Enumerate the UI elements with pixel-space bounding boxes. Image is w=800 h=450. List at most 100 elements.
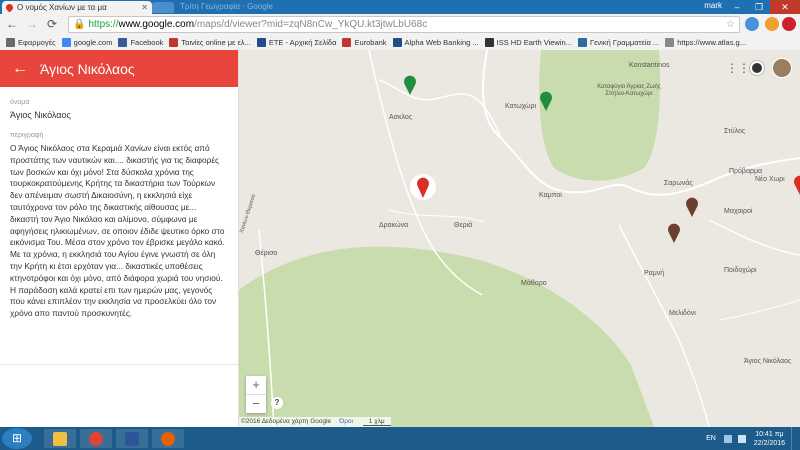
map-canvas[interactable]: Konstantinos Καταφύγιο Άγριας Ζωής Σπήλι… xyxy=(239,50,800,427)
map-label: Ραμνή xyxy=(644,270,665,277)
bookmark-item[interactable]: google.com xyxy=(61,37,113,47)
browser-tab-bar: Ο νομός Χανίων με τα μα ✕ Τρίτη Γεωγραφί… xyxy=(0,0,800,14)
map-label: Νέο Χωρι xyxy=(755,176,785,183)
bookmark-item[interactable]: Εφαρμογές xyxy=(6,37,56,47)
extension-icon[interactable] xyxy=(765,17,779,31)
back-arrow-icon[interactable]: ← xyxy=(0,60,40,78)
bookmark-item[interactable]: Eurobank xyxy=(342,37,387,47)
network-icon[interactable] xyxy=(723,434,732,443)
map-label: Ασκλος xyxy=(389,114,413,121)
clock-time: 10:41 πμ xyxy=(755,430,784,438)
new-tab-button[interactable] xyxy=(152,2,174,13)
road xyxy=(718,299,800,321)
terms-link[interactable]: Όροι xyxy=(339,418,353,425)
map-label: Καμποί xyxy=(539,192,562,199)
file-explorer-taskbar-item[interactable] xyxy=(44,429,76,448)
bookmark-favicon-icon xyxy=(61,37,71,47)
bookmark-favicon-icon xyxy=(169,37,179,47)
bookmark-label: Εφαρμογές xyxy=(18,37,56,47)
forest-area-south xyxy=(239,246,654,427)
zoom-out-button[interactable]: − xyxy=(246,395,266,413)
bookmark-label: Ταινίες online με ελ... xyxy=(181,37,251,47)
url-host: www.google.com xyxy=(118,19,195,30)
chrome-taskbar-item[interactable] xyxy=(80,429,112,448)
reload-icon[interactable]: ⟳ xyxy=(44,16,60,32)
bookmark-label: Alpha Web Banking ... xyxy=(404,37,479,47)
clock-date: 22/2/2016 xyxy=(753,439,785,447)
bookmark-item[interactable]: Alpha Web Banking ... xyxy=(392,37,479,47)
bookmark-star-icon[interactable]: ☆ xyxy=(726,17,735,32)
maximize-icon[interactable]: ❐ xyxy=(748,0,770,14)
red-map-pin[interactable] xyxy=(794,175,800,195)
map-label: Konstantinos xyxy=(629,62,670,69)
apps-grid-icon[interactable]: ⋮⋮⋮ xyxy=(726,62,762,74)
bookmark-favicon-icon xyxy=(256,37,266,47)
extension-icon[interactable] xyxy=(745,17,759,31)
zoom-control: + − xyxy=(246,376,266,413)
profile-label[interactable]: mark xyxy=(704,1,722,10)
pinterest-icon[interactable] xyxy=(782,17,796,31)
firefox-taskbar-item[interactable] xyxy=(152,429,184,448)
bookmarks-bar: Εφαρμογές google.com Facebook Ταινίες onlin… xyxy=(0,34,800,51)
maps-favicon xyxy=(4,2,15,13)
bookmark-item[interactable]: ΕΤΕ - Αρχική Σελίδα xyxy=(256,37,337,47)
word-taskbar-item[interactable] xyxy=(116,429,148,448)
tab-title: Ο νομός Χανίων με τα μα xyxy=(17,3,107,12)
map-label: Θέρισο xyxy=(255,250,278,257)
show-desktop-button[interactable] xyxy=(791,427,800,450)
name-field-value: Άγιος Νικόλαος xyxy=(10,110,71,120)
volume-icon[interactable] xyxy=(737,434,746,443)
browser-tab[interactable]: Ο νομός Χανίων με τα μα ✕ xyxy=(2,1,152,14)
bookmark-favicon-icon xyxy=(6,37,15,47)
map-label: Δρακώνα xyxy=(379,222,409,229)
map-label: Πρόβαρμα xyxy=(729,168,763,175)
description-text: Ο Άγιος Νικόλαος στα Κεραμιά Χανίων είνα… xyxy=(10,143,225,319)
bookmark-favicon-icon xyxy=(484,37,494,47)
clock[interactable]: 10:41 πμ 22/2/2016 xyxy=(754,430,785,448)
map-label: Στύλος xyxy=(724,128,746,135)
minimize-icon[interactable]: – xyxy=(726,0,748,14)
start-button[interactable]: ⊞ xyxy=(2,428,32,449)
avatar[interactable] xyxy=(772,58,792,78)
forward-arrow-icon[interactable]: → xyxy=(24,16,40,32)
notifications-icon[interactable] xyxy=(750,61,764,75)
address-bar[interactable]: 🔒 https://www.google.com/maps/d/viewer?mi… xyxy=(68,16,740,33)
tab-close-icon[interactable]: ✕ xyxy=(141,1,148,14)
bookmark-label: ISS HD Earth Viewin... xyxy=(496,37,572,47)
window-controls: – ❐ ✕ xyxy=(726,0,800,14)
panel-title: Άγιος Νικόλαος xyxy=(40,60,135,77)
bookmark-label: google.com xyxy=(73,37,113,47)
window-close-icon[interactable]: ✕ xyxy=(770,0,800,14)
help-icon[interactable]: ? xyxy=(271,397,283,409)
system-tray: EN 10:41 πμ 22/2/2016 xyxy=(706,427,800,450)
language-indicator[interactable]: EN xyxy=(706,435,716,442)
bookmark-label: https://www.atlas.g... xyxy=(677,37,746,47)
bookmark-label: ΕΤΕ - Αρχική Σελίδα xyxy=(268,37,337,47)
map-label: Μελιδόνι xyxy=(669,310,696,317)
bookmark-item[interactable]: https://www.atlas.g... xyxy=(665,37,746,47)
bookmark-favicon-icon xyxy=(665,37,675,47)
map-label: Μάθαρο xyxy=(521,280,547,287)
map-label: Μαχαιροί xyxy=(724,208,753,215)
map-attribution: ©2016 Δεδομένα χάρτη Google Όροι 1 χλμ xyxy=(239,417,391,427)
bookmark-item[interactable]: Ταινίες online με ελ... xyxy=(169,37,251,47)
windows-taskbar: ⊞ EN 10:41 πμ 22/2/2016 xyxy=(0,427,800,450)
bookmark-item[interactable]: Facebook xyxy=(118,37,163,47)
lock-icon: 🔒 xyxy=(73,19,86,30)
bookmark-item[interactable]: ISS HD Earth Viewin... xyxy=(484,37,572,47)
road xyxy=(388,209,485,223)
green-map-pin[interactable] xyxy=(404,75,416,95)
description-field-label: περιγραφή xyxy=(10,132,44,139)
brown-map-pin[interactable] xyxy=(686,197,698,217)
panel-divider xyxy=(0,364,238,365)
zoom-in-button[interactable]: + xyxy=(246,376,266,394)
bookmark-label: Eurobank xyxy=(354,37,387,47)
bookmark-favicon-icon xyxy=(118,37,128,47)
name-field-label: όνομα xyxy=(10,99,30,106)
back-arrow-icon[interactable]: ← xyxy=(4,16,20,32)
map-label: Καταφύγιο Άγριας Ζωής Σπήλιο-Κατωχώρι xyxy=(597,84,661,97)
brown-map-pin[interactable] xyxy=(668,223,680,243)
ghost-tab-title: Τρίτη Γεωγραφία · Google xyxy=(180,2,273,11)
map-label: Σαρωνάς xyxy=(664,180,693,187)
bookmark-item[interactable]: Γενική Γραμματεία ... xyxy=(577,37,659,47)
